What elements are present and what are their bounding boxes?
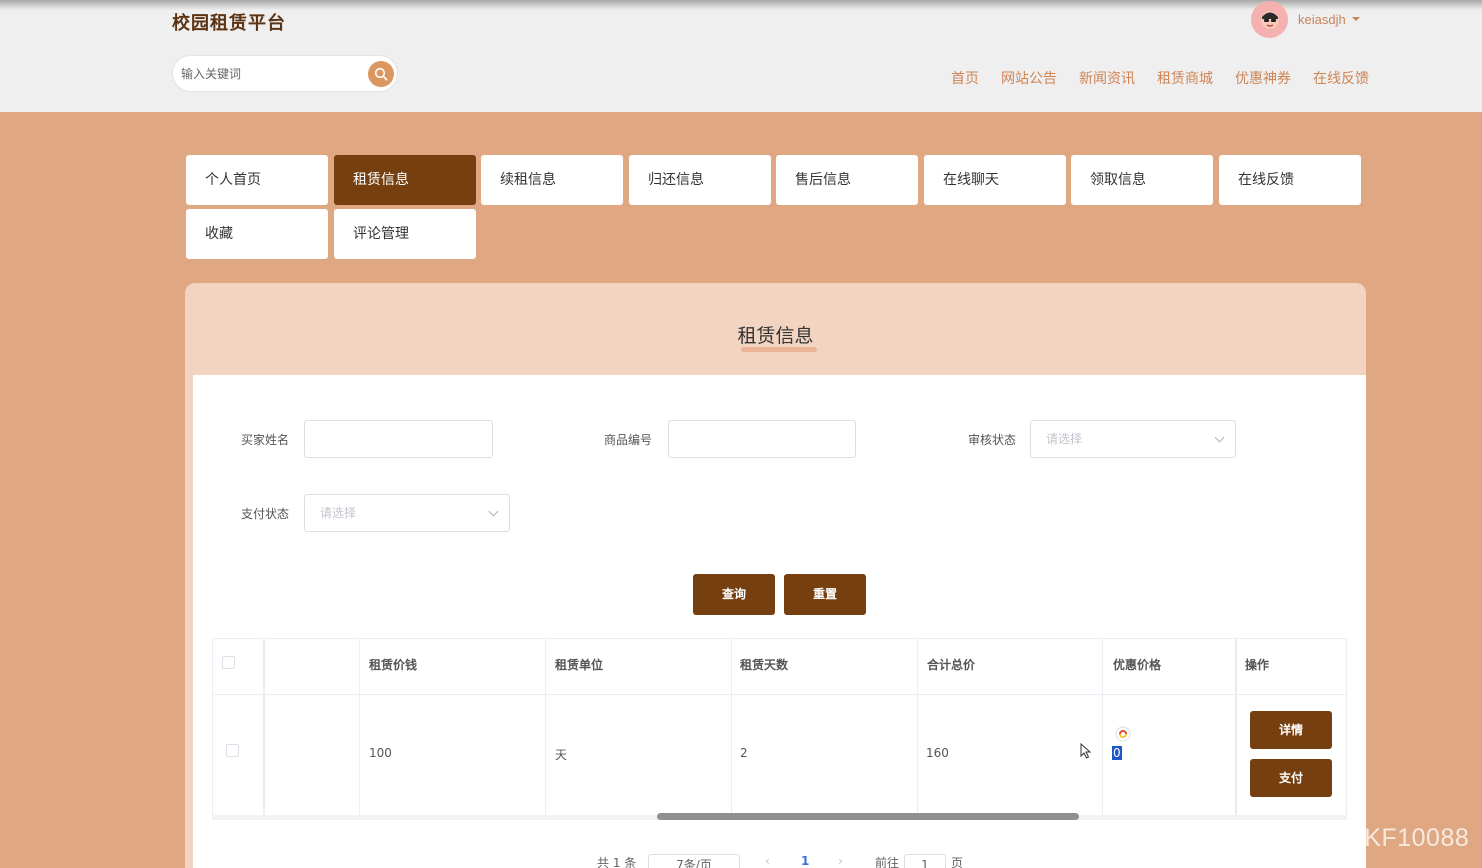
column-header-days: 租赁天数 [740,658,789,672]
column-divider [359,639,360,815]
detail-button[interactable]: 详情 [1250,711,1332,749]
column-divider [731,639,732,815]
chevron-down-icon [1214,432,1225,443]
avatar [1251,0,1288,38]
tab-rental-info[interactable]: 租赁信息 [334,155,476,205]
rental-table: 租赁价钱 租赁单位 租赁天数 合计总价 优惠价格 操作 100 天 2 160 … [212,638,1347,816]
goto-label: 前往 [875,856,900,868]
column-header-unit: 租赁单位 [555,658,604,672]
pay-button[interactable]: 支付 [1250,759,1332,797]
search-input[interactable] [181,64,361,84]
tab-return-info[interactable]: 归还信息 [629,155,771,205]
chevron-down-icon[interactable] [1351,17,1360,21]
tab-online-chat[interactable]: 在线聊天 [924,155,1066,205]
site-title[interactable]: 校园租赁平台 [172,9,286,35]
select-all-checkbox[interactable] [222,656,235,669]
page-size-select[interactable]: 7条/页 [648,854,740,868]
reset-button[interactable]: 重置 [784,574,866,615]
nav-announcements[interactable]: 网站公告 [1001,68,1057,88]
review-status-label: 审核状态 [968,433,1017,447]
tab-favorites[interactable]: 收藏 [186,209,328,259]
username[interactable]: keiasdjh [1298,12,1346,27]
column-divider [917,639,918,815]
column-divider [545,639,546,815]
pay-status-placeholder: 请选择 [320,506,357,520]
table-horizontal-scrollbar[interactable] [657,813,1079,820]
cell-unit: 天 [555,748,568,762]
prev-page-icon[interactable]: ‹ [765,854,770,868]
query-button[interactable]: 查询 [693,574,775,615]
tab-personal-home[interactable]: 个人首页 [186,155,328,205]
cell-days: 2 [740,746,748,760]
column-header-actions: 操作 [1245,658,1270,672]
search-box [172,55,398,92]
column-header-price: 租赁价钱 [369,658,418,672]
goto-page-input[interactable]: 1 [904,854,946,868]
avatar-face-icon [1260,11,1279,29]
cell-total: 160 [926,746,949,760]
top-nav: 首页 网站公告 新闻资讯 租赁商城 优惠神券 在线反馈 [929,68,1369,88]
column-divider [1235,639,1237,815]
review-status-select[interactable]: 请选择 [1030,420,1236,458]
watermark: CSDN @vx_CXKF10088 [1182,824,1470,852]
nav-news[interactable]: 新闻资讯 [1079,68,1135,88]
cell-price: 100 [369,746,392,760]
tab-renewal-info[interactable]: 续租信息 [481,155,623,205]
header-wave-divider [0,96,1482,108]
title-underline [741,347,817,352]
tab-comment-management[interactable]: 评论管理 [334,209,476,259]
nav-home[interactable]: 首页 [951,68,979,88]
pay-status-select[interactable]: 请选择 [304,494,510,532]
cell-discount[interactable]: 0 [1112,746,1122,760]
product-code-input[interactable] [668,420,856,458]
mouse-cursor-icon [1080,743,1092,759]
buyer-name-label: 买家姓名 [241,433,290,447]
tab-online-feedback[interactable]: 在线反馈 [1219,155,1361,205]
product-code-label: 商品编号 [604,433,653,447]
pay-status-label: 支付状态 [241,507,290,521]
page-size-value: 7条/页 [676,858,712,868]
search-button[interactable] [368,61,394,87]
chevron-down-icon [488,506,499,517]
page-title: 租赁信息 [737,325,814,347]
buyer-name-input[interactable] [304,420,493,458]
column-header-discount: 优惠价格 [1113,658,1162,672]
nav-coupons[interactable]: 优惠神券 [1235,68,1291,88]
column-header-total: 合计总价 [927,658,976,672]
nav-feedback[interactable]: 在线反馈 [1313,68,1369,88]
translate-popup-icon[interactable] [1115,726,1131,742]
page-number-current[interactable]: 1 [801,854,809,868]
tab-after-sales[interactable]: 售后信息 [776,155,918,205]
next-page-icon[interactable]: › [838,854,843,868]
search-icon [374,67,388,81]
table-header-divider [213,694,1346,695]
user-menu[interactable]: keiasdjh [1251,0,1360,38]
column-divider [263,639,265,815]
column-divider [1102,639,1103,815]
row-checkbox[interactable] [226,744,239,757]
page-suffix: 页 [951,856,964,868]
pagination-total: 共 1 条 [597,856,637,868]
review-status-placeholder: 请选择 [1046,432,1083,446]
tab-pickup-info[interactable]: 领取信息 [1071,155,1213,205]
goto-page-value: 1 [921,858,929,868]
nav-rental-mall[interactable]: 租赁商城 [1157,68,1213,88]
